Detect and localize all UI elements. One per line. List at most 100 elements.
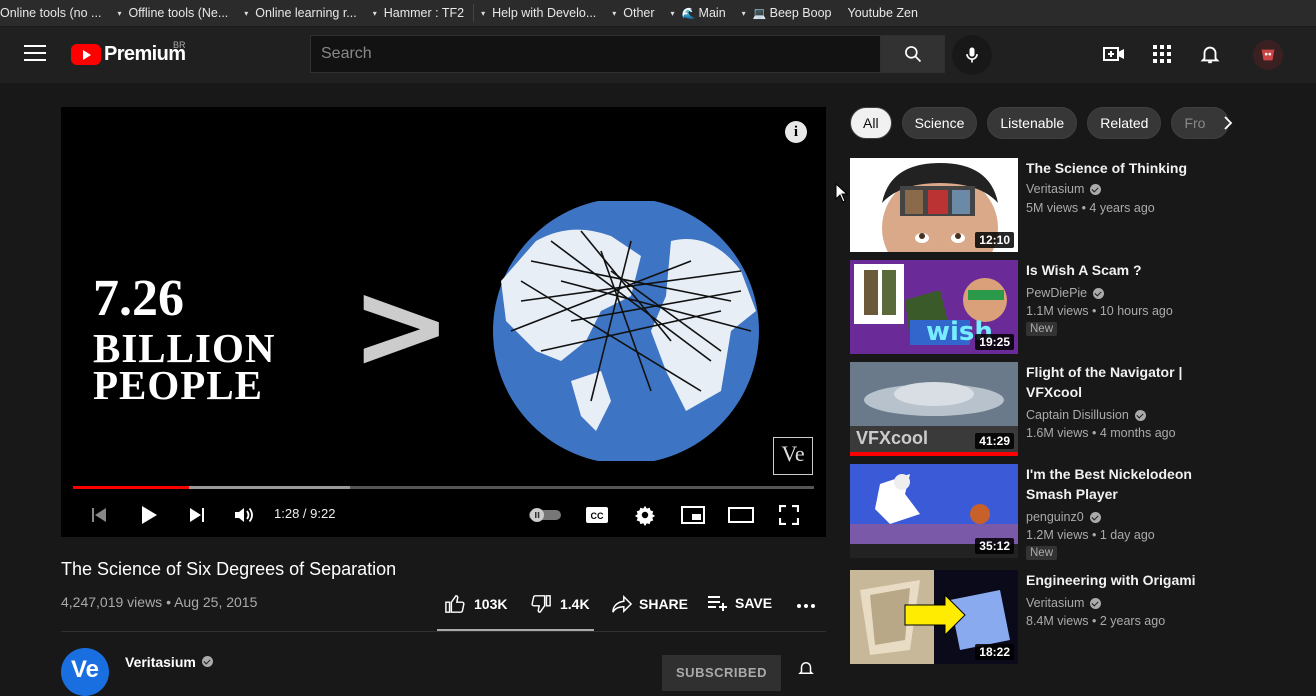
svg-text:CC: CC [591,511,604,521]
recommendation-channel-name: Veritasium [1026,596,1085,610]
play-button[interactable] [135,501,163,529]
mute-button[interactable] [230,501,258,529]
voice-search-button[interactable] [952,35,992,75]
save-button[interactable]: SAVE [707,594,772,612]
chip-related[interactable]: Related [1087,107,1162,139]
chip-all[interactable]: All [850,107,892,139]
folder-icon: ▾ [244,8,249,18]
subscribe-button[interactable]: SUBSCRIBED [662,655,781,691]
video-thumbnail[interactable]: 12:10 [850,158,1018,252]
recommendation-title[interactable]: Flight of the Navigator | VFXcool [1026,362,1206,402]
progress-bar[interactable] [73,486,814,489]
video-duration: 18:22 [975,644,1014,660]
globe-graphic [493,201,759,461]
bookmark-folder-other[interactable]: ▾ Other [605,0,663,26]
recommendation-channel[interactable]: Captain Disillusion [1026,408,1146,422]
share-button[interactable]: SHARE [611,594,688,614]
dislike-count: 1.4K [560,596,590,612]
video-duration: 41:29 [975,433,1014,449]
dislike-button[interactable]: 1.4K [530,594,590,614]
chip-listenable[interactable]: Listenable [987,107,1078,139]
video-duration: 19:25 [975,334,1014,350]
bookmark-folder-offline-tools[interactable]: ▾ Offline tools (Ne... [110,0,237,26]
theater-mode-button[interactable] [727,501,755,529]
recommendation-title[interactable]: Engineering with Origami [1026,570,1206,590]
bookmark-label: Help with Develo... [492,6,597,20]
verified-icon [201,656,213,667]
settings-button[interactable] [631,501,659,529]
bookmark-beep-boop[interactable]: ▾ 💻 Beep Boop [735,0,841,26]
recommendation-channel[interactable]: Veritasium [1026,182,1102,196]
bookmark-folder-online-learning[interactable]: ▾ Online learning r... [237,0,365,26]
more-actions-button[interactable] [796,596,816,616]
save-label: SAVE [735,595,773,611]
chip-science[interactable]: Science [901,107,978,139]
video-view-count-date: 4,247,019 views • Aug 25, 2015 [61,594,258,610]
channel-watermark[interactable]: Ve [773,437,813,475]
notifications-button[interactable] [1198,42,1222,66]
logo-country-code: BR [173,40,186,50]
bookmark-label: Other [623,6,655,20]
chips-next-button[interactable] [1219,114,1237,132]
video-thumbnail[interactable]: VFXcool 41:29 [850,362,1018,456]
section-divider [61,631,826,632]
new-badge: New [1026,322,1058,336]
search-input[interactable] [311,36,880,72]
previous-button[interactable] [85,501,113,529]
video-thumbnail[interactable]: wish 19:25 [850,260,1018,354]
bookmark-folder-online-tools[interactable]: Online tools (no ... [0,0,110,26]
bookmark-folder-help[interactable]: ▾ Help with Develo... [474,0,605,26]
video-overlay-number: 7.26 [93,270,184,327]
autoplay-toggle[interactable] [527,501,563,529]
verified-icon [1090,597,1102,609]
watched-progress [850,452,1018,456]
bookmark-label: Offline tools (Ne... [128,6,229,20]
recommendation-channel[interactable]: Veritasium [1026,596,1102,610]
channel-avatar[interactable]: Ve [61,648,109,696]
miniplayer-button[interactable] [679,501,707,529]
search-button[interactable] [881,35,945,73]
folder-icon: ▾ [117,8,122,18]
create-video-button[interactable] [1102,42,1126,66]
cc-icon: CC [586,507,608,523]
menu-icon[interactable] [24,45,46,63]
new-badge: New [1026,546,1058,560]
recommendation-stats: 1.1M views • 10 hours ago [1026,304,1173,318]
microphone-icon [966,47,978,63]
recommendation-title[interactable]: Is Wish A Scam ? [1026,260,1206,280]
bookmark-main[interactable]: ▾ 🌊 Main [664,0,735,26]
bookmark-youtube-zen[interactable]: Youtube Zen [841,0,927,26]
info-icon[interactable]: i [785,121,807,143]
miniplayer-icon [681,506,705,524]
folder-icon: ▾ [481,8,486,18]
recommendation-title[interactable]: The Science of Thinking [1026,158,1206,178]
recommendation-title[interactable]: I'm the Best Nickelodeon Smash Player [1026,464,1206,504]
bookmarks-bar: Online tools (no ... ▾ Offline tools (Ne… [0,0,1316,27]
bell-icon [1200,46,1220,64]
recommendation-channel[interactable]: penguinz0 [1026,510,1101,524]
progress-played [73,486,190,489]
video-thumbnail[interactable]: 18:22 [850,570,1018,664]
avatar-icon [1261,49,1275,61]
like-button[interactable]: 103K [444,594,507,614]
apps-button[interactable] [1150,42,1174,66]
bookmark-label: Main [698,6,726,20]
bookmark-label: Hammer : TF2 [383,6,465,20]
subtitles-button[interactable]: CC [583,501,611,529]
youtube-logo[interactable]: Premium BR [71,40,186,66]
verified-icon [1134,409,1146,421]
next-button[interactable] [183,501,211,529]
fullscreen-button[interactable] [775,501,803,529]
channel-name[interactable]: Veritasium [125,654,213,670]
search-box [310,35,881,73]
recommendation-channel[interactable]: PewDiePie [1026,286,1105,300]
recommendation-stats: 1.6M views • 4 months ago [1026,426,1176,440]
video-player[interactable]: 7.26 BILLION PEOPLE > i Ve 1:28 / 9:22 C… [61,107,826,537]
folder-icon: ▾ [670,8,675,18]
bookmark-folder-hammer[interactable]: ▾ Hammer : TF2 [366,0,473,26]
account-avatar[interactable] [1253,40,1283,70]
notification-bell-button[interactable] [797,659,815,682]
mouse-cursor-icon [835,183,849,203]
video-thumbnail[interactable]: 35:12 [850,464,1018,558]
filter-chips: All Science Listenable Related Fro [850,107,1239,139]
